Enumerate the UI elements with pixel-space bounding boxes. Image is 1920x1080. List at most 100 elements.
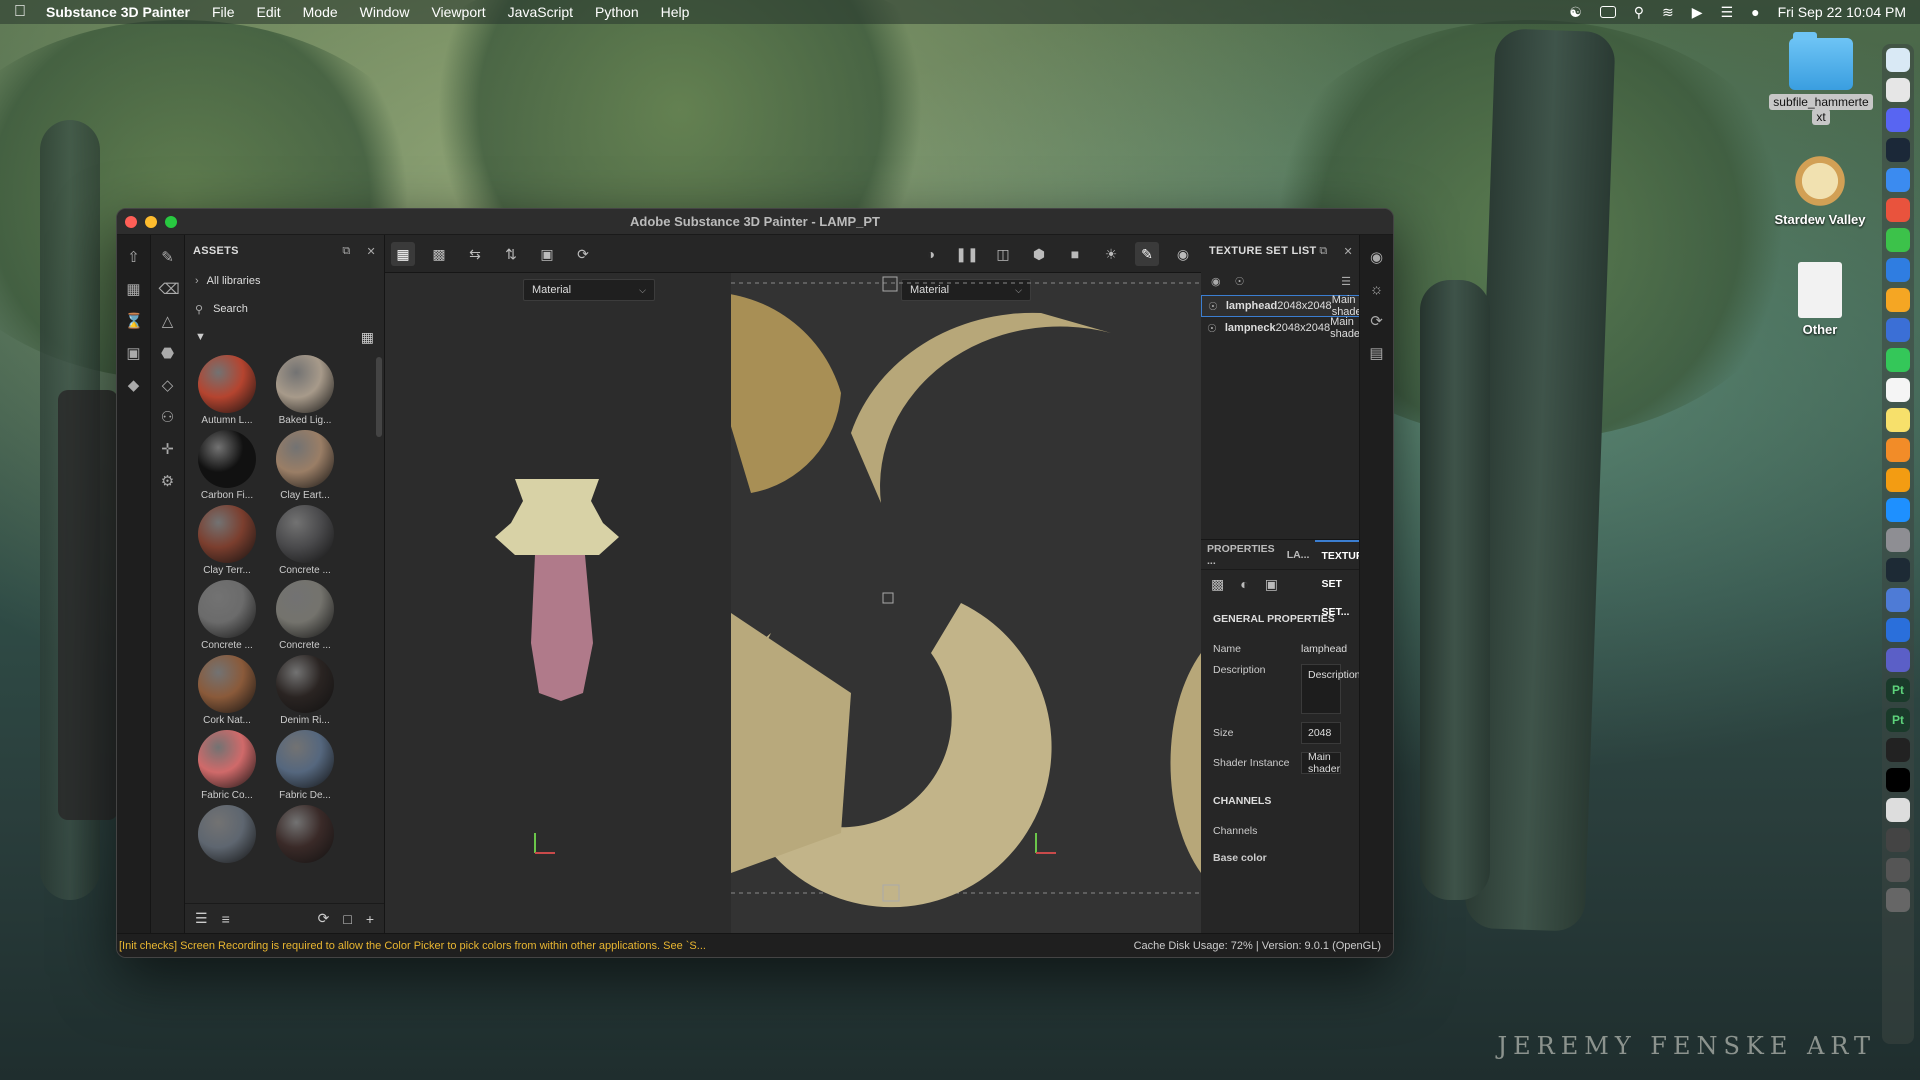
texture-set-row[interactable]: ☉ lamphead 2048x2048 Main shader xyxy=(1201,294,1365,318)
menu-python[interactable]: Python xyxy=(595,4,639,20)
window-dock-icon[interactable] xyxy=(1886,738,1910,762)
window4-dock-icon[interactable] xyxy=(1886,828,1910,852)
all-libraries-row[interactable]: › All libraries xyxy=(185,267,384,295)
facetime-dock-icon[interactable] xyxy=(1886,348,1910,372)
view-2d3d-icon[interactable]: ▦ xyxy=(391,241,415,266)
list-view-icon[interactable]: ☰ xyxy=(195,910,208,927)
viewport-2d[interactable]: Material ⌵ xyxy=(731,273,1201,933)
undock-icon[interactable]: ⧉ xyxy=(1319,245,1327,258)
screenshot-icon[interactable]: ◉ xyxy=(1171,242,1195,266)
menu-mode[interactable]: Mode xyxy=(303,4,338,20)
control-center-icon[interactable]: ☰ xyxy=(1721,4,1734,21)
brush-mode-icon[interactable]: ✎ xyxy=(1135,241,1159,266)
name-value[interactable]: lamphead xyxy=(1301,643,1347,655)
geometry-icon[interactable]: ⚙ xyxy=(159,473,177,491)
tab-properties[interactable]: PROPERTIES ... xyxy=(1201,543,1281,567)
menu-help[interactable]: Help xyxy=(661,4,690,20)
sketch-dock-icon[interactable] xyxy=(1886,438,1910,462)
assets-icon[interactable]: ◆ xyxy=(125,377,143,395)
camera-settings-icon[interactable]: ◉ xyxy=(1368,249,1386,267)
calendar-dock-icon[interactable] xyxy=(1886,78,1910,102)
search-input[interactable]: Search xyxy=(213,303,248,315)
teams-dock-icon[interactable] xyxy=(1886,258,1910,282)
material-item[interactable]: Concrete ... xyxy=(271,580,339,651)
smudge-icon[interactable]: ◇ xyxy=(159,377,177,395)
window5-dock-icon[interactable] xyxy=(1886,858,1910,882)
material-item[interactable]: Denim Ri... xyxy=(271,655,339,726)
environment-icon[interactable]: ☼ xyxy=(1368,281,1386,299)
history-icon[interactable]: ⟳ xyxy=(1368,313,1386,331)
word-dock-icon[interactable] xyxy=(1886,618,1910,642)
paint-brush-icon[interactable]: ✎ xyxy=(159,249,177,267)
steam-dock-icon[interactable] xyxy=(1886,138,1910,162)
lighting-icon[interactable]: ☀ xyxy=(1099,242,1123,266)
reminders-dock-icon[interactable] xyxy=(1886,378,1910,402)
teams2-dock-icon[interactable] xyxy=(1886,648,1910,672)
viewport-3d[interactable]: Material ⌵ xyxy=(385,273,731,933)
clone-icon[interactable]: ⚇ xyxy=(159,409,177,427)
mail-dock-icon[interactable] xyxy=(1886,318,1910,342)
status-warning[interactable]: [Init checks] Screen Recording is requir… xyxy=(117,940,706,952)
material-item[interactable]: Fabric De... xyxy=(271,730,339,801)
cube-icon[interactable]: ⬢ xyxy=(1027,242,1051,266)
trash-dock-icon[interactable] xyxy=(1886,888,1910,912)
material-item[interactable] xyxy=(193,805,261,865)
projection-icon[interactable]: △ xyxy=(159,313,177,331)
desktop-stardew[interactable]: Stardew Valley xyxy=(1760,148,1880,227)
assets-scrollbar[interactable] xyxy=(376,357,382,437)
menu-javascript[interactable]: JavaScript xyxy=(508,4,573,20)
shader-dropdown[interactable]: Main shader xyxy=(1301,752,1341,774)
notes-dock-icon[interactable] xyxy=(1886,408,1910,432)
desktop-folder[interactable]: subfile_hammerte xt xyxy=(1766,32,1876,125)
menu-clock[interactable]: Fri Sep 22 10:04 PM xyxy=(1778,4,1906,20)
add-icon[interactable]: + xyxy=(366,911,374,927)
photos-dock-icon[interactable] xyxy=(1886,288,1910,312)
hide-icon[interactable]: ◑ xyxy=(919,242,943,266)
material-icon[interactable]: ◐ xyxy=(1240,576,1248,592)
shelf-icon[interactable]: ▦ xyxy=(125,281,143,299)
mirror-icon[interactable]: ◫ xyxy=(991,242,1015,266)
apple-icon[interactable]:  xyxy=(14,3,26,21)
history-icon[interactable]: ⌛ xyxy=(125,313,144,331)
material-item[interactable]: Cork Nat... xyxy=(193,655,261,726)
safari-dock-icon[interactable] xyxy=(1886,168,1910,192)
sort-icon[interactable]: ≡ xyxy=(222,911,230,927)
assets-search[interactable]: ⚲ Search xyxy=(185,295,384,323)
substance-dock-icon[interactable] xyxy=(1886,558,1910,582)
eye-icon[interactable]: ☉ xyxy=(1208,300,1218,313)
settings-menu-icon[interactable]: ☰ xyxy=(1341,275,1351,288)
filter-icon[interactable]: ▼ xyxy=(195,331,206,343)
reset-icon[interactable]: ⟳ xyxy=(571,242,595,266)
grid-view-icon[interactable]: ▦ xyxy=(361,329,374,346)
zoom-dock-icon[interactable] xyxy=(1886,588,1910,612)
messages-dock-icon[interactable] xyxy=(1886,228,1910,252)
lamp-model[interactable] xyxy=(385,273,731,923)
painter2-dock-icon[interactable]: Pt xyxy=(1886,708,1910,732)
visibility-all-icon[interactable]: ◉ xyxy=(1211,275,1221,288)
polygon-fill-icon[interactable]: ⬣ xyxy=(159,345,177,363)
log-icon[interactable]: ▤ xyxy=(1368,345,1386,363)
eye-icon[interactable]: ☉ xyxy=(1235,275,1245,288)
symmetry-y-icon[interactable]: ⇅ xyxy=(499,242,523,266)
play-icon[interactable]: ▶ xyxy=(1692,4,1703,21)
tab-layers[interactable]: LA... xyxy=(1281,549,1316,561)
menu-file[interactable]: File xyxy=(212,4,235,20)
symmetry-x-icon[interactable]: ⇆ xyxy=(463,242,487,266)
siri-icon[interactable]: ● xyxy=(1751,4,1759,20)
display-settings-icon[interactable]: ▣ xyxy=(125,345,143,363)
color-picker-icon[interactable]: ✛ xyxy=(159,441,177,459)
material-item[interactable]: Autumn L... xyxy=(193,355,261,426)
window3-dock-icon[interactable] xyxy=(1886,798,1910,822)
discord-dock-icon[interactable] xyxy=(1886,108,1910,132)
base-color-row[interactable]: Base color xyxy=(1201,846,1361,870)
menu-window[interactable]: Window xyxy=(360,4,410,20)
export-icon[interactable]: ⇧ xyxy=(125,249,143,267)
background-finder-window[interactable] xyxy=(58,390,118,820)
texture-set-icon[interactable]: ▩ xyxy=(1211,576,1224,593)
desktop-other[interactable]: Other xyxy=(1770,262,1870,337)
finder-dock-icon[interactable] xyxy=(1886,48,1910,72)
material-item[interactable]: Concrete ... xyxy=(271,505,339,576)
undock-icon[interactable]: ⧉ xyxy=(342,245,350,258)
app-store-dock-icon[interactable] xyxy=(1886,498,1910,522)
material-item[interactable]: Clay Eart... xyxy=(271,430,339,501)
